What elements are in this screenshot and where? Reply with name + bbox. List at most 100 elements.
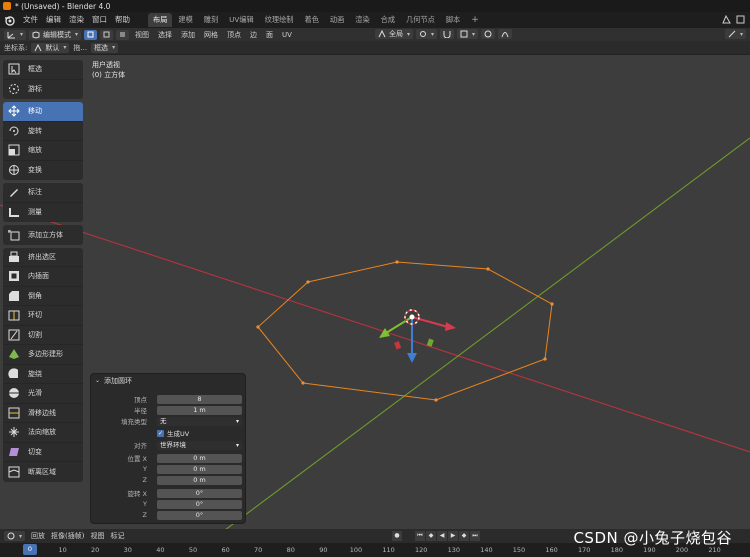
tool-loop-cut[interactable]: 环切 bbox=[3, 306, 83, 326]
mode-selector[interactable]: 编辑模式 bbox=[29, 29, 82, 40]
viewport-menu-uv[interactable]: UV bbox=[279, 31, 295, 39]
jump-start-button[interactable]: ⏮ bbox=[415, 531, 425, 541]
clock-icon bbox=[7, 532, 15, 540]
tab-geometry-nodes[interactable]: 几何节点 bbox=[401, 13, 440, 27]
location-x-field[interactable]: 0 m bbox=[157, 453, 242, 463]
tool-bevel[interactable]: 倒角 bbox=[3, 287, 83, 306]
viewport-menu-face[interactable]: 面 bbox=[263, 30, 276, 40]
tool-smooth[interactable]: 光滑 bbox=[3, 384, 83, 404]
tool-rotate[interactable]: 旋转 bbox=[3, 122, 83, 141]
3d-viewport[interactable]: 用户透视 (0) 立方体 框选 游标 移动 旋转 缩放 变换 标注 测量 添加立… bbox=[0, 55, 750, 529]
proportional-edit-toggle[interactable] bbox=[481, 29, 496, 39]
operator-panel-header[interactable]: ⌄ 添加圆环 bbox=[91, 374, 245, 387]
view-layer-icon[interactable] bbox=[735, 14, 746, 25]
location-z-field[interactable]: 0 m bbox=[157, 475, 242, 485]
tool-select-box[interactable]: 框选 bbox=[3, 60, 83, 80]
viewport-menu-add[interactable]: 添加 bbox=[178, 30, 198, 40]
transform-orientation-dropdown[interactable]: 全局 bbox=[375, 29, 414, 39]
menu-window[interactable]: 窗口 bbox=[88, 12, 111, 28]
tab-rendering[interactable]: 渲染 bbox=[350, 13, 374, 27]
tool-label: 法向缩放 bbox=[28, 428, 56, 437]
timeline-menu-view[interactable]: 视图 bbox=[90, 531, 104, 541]
tab-uv-editing[interactable]: UV编辑 bbox=[224, 13, 259, 27]
edge-select-mode[interactable] bbox=[100, 29, 114, 40]
coord-icon bbox=[34, 43, 42, 51]
viewport-menu-edge[interactable]: 边 bbox=[247, 30, 260, 40]
gizmo-y-arrow bbox=[385, 316, 413, 334]
next-keyframe-button[interactable]: ◆ bbox=[459, 531, 469, 541]
rotation-z-field[interactable]: 0° bbox=[157, 510, 242, 520]
scene-tools bbox=[721, 14, 746, 25]
play-reverse-button[interactable]: ◀ bbox=[437, 531, 447, 541]
jump-end-button[interactable]: ⏭ bbox=[470, 531, 480, 541]
axes-icon bbox=[7, 31, 15, 38]
menu-edit[interactable]: 编辑 bbox=[42, 12, 65, 28]
tool-knife[interactable]: 切割 bbox=[3, 326, 83, 345]
tool-measure[interactable]: 测量 bbox=[3, 203, 83, 223]
coord-system-dropdown[interactable]: 默认 bbox=[31, 42, 70, 53]
tool-add-cube[interactable]: 添加立方体 bbox=[3, 225, 83, 245]
timeline-menu-playback[interactable]: 回放 bbox=[31, 531, 45, 541]
menu-render[interactable]: 渲染 bbox=[65, 12, 88, 28]
radius-field[interactable]: 1 m bbox=[157, 405, 242, 415]
tool-inset[interactable]: 内插面 bbox=[3, 267, 83, 287]
play-button[interactable]: ▶ bbox=[448, 531, 458, 541]
rotation-y-field[interactable]: 0° bbox=[157, 499, 242, 509]
tab-layout[interactable]: 布局 bbox=[148, 13, 173, 27]
tool-move[interactable]: 移动 bbox=[3, 102, 83, 122]
tool-extrude[interactable]: 挤出选区 bbox=[3, 248, 83, 267]
fill-type-dropdown[interactable]: 无 bbox=[157, 416, 242, 426]
pivot-point-dropdown[interactable] bbox=[416, 29, 438, 39]
mode-label: 编辑模式 bbox=[43, 30, 72, 39]
tool-poly-build[interactable]: 多边形建形 bbox=[3, 345, 83, 365]
align-dropdown[interactable]: 世界环境 bbox=[157, 440, 242, 450]
menu-file[interactable]: 文件 bbox=[19, 12, 42, 28]
drag-select-dropdown[interactable]: 框选 bbox=[91, 42, 119, 53]
tool-rip-region[interactable]: 断离区域 bbox=[3, 462, 83, 482]
face-select-mode[interactable] bbox=[116, 29, 130, 40]
tool-spin[interactable]: 旋绕 bbox=[3, 365, 83, 384]
snap-toggle[interactable] bbox=[440, 29, 455, 39]
tool-annotate[interactable]: 标注 bbox=[3, 183, 83, 203]
falloff-dropdown[interactable] bbox=[498, 29, 513, 39]
menu-help[interactable]: 帮助 bbox=[111, 12, 134, 28]
add-workspace-button[interactable]: + bbox=[466, 13, 484, 27]
vertex-select-mode[interactable] bbox=[84, 29, 98, 40]
tab-sculpting[interactable]: 雕刻 bbox=[199, 13, 223, 27]
viewport-menu-select[interactable]: 选择 bbox=[155, 30, 175, 40]
tool-transform[interactable]: 变换 bbox=[3, 161, 83, 181]
timeline-editor-type[interactable] bbox=[4, 531, 26, 541]
tool-edge-slide[interactable]: 滑移边线 bbox=[3, 404, 83, 423]
vertices-field[interactable]: 8 bbox=[157, 394, 242, 404]
snap-target-dropdown[interactable] bbox=[457, 29, 479, 39]
tab-shading[interactable]: 着色 bbox=[300, 13, 324, 27]
record-button[interactable]: ● bbox=[392, 531, 402, 541]
viewport-menu-view[interactable]: 视图 bbox=[132, 30, 152, 40]
location-z-label: Z bbox=[142, 476, 147, 484]
rotation-x-field[interactable]: 0° bbox=[157, 488, 242, 498]
viewport-menu-vertex[interactable]: 顶点 bbox=[224, 30, 244, 40]
tab-compositing[interactable]: 合成 bbox=[376, 13, 400, 27]
tab-texture-paint[interactable]: 纹理绘制 bbox=[260, 13, 299, 27]
coord-value: 默认 bbox=[45, 43, 60, 52]
generate-uv-checkbox[interactable]: ✓ 生成UV bbox=[157, 428, 189, 438]
editor-type-button[interactable] bbox=[4, 29, 27, 40]
tool-cursor[interactable]: 游标 bbox=[3, 80, 83, 100]
tool-shrink-fatten[interactable]: 法向缩放 bbox=[3, 423, 83, 443]
transform-orientation-label: 全局 bbox=[389, 30, 403, 38]
scene-icon[interactable] bbox=[721, 14, 732, 25]
gizmo-dropdown[interactable] bbox=[724, 29, 746, 39]
tab-modeling[interactable]: 建模 bbox=[173, 13, 197, 27]
timeline-menu-marker[interactable]: 标记 bbox=[110, 531, 124, 541]
location-y-field[interactable]: 0 m bbox=[157, 464, 242, 474]
blender-logo-icon[interactable] bbox=[3, 14, 15, 26]
tab-scripting[interactable]: 脚本 bbox=[441, 13, 465, 27]
tab-animation[interactable]: 动画 bbox=[325, 13, 349, 27]
tool-scale[interactable]: 缩放 bbox=[3, 141, 83, 161]
prev-keyframe-button[interactable]: ◆ bbox=[426, 531, 436, 541]
rotation-y-row: Y 0° bbox=[91, 499, 247, 509]
tool-shear[interactable]: 切变 bbox=[3, 443, 83, 462]
timeline-menu-keying[interactable]: 抠像(插帧) bbox=[51, 531, 84, 541]
viewport-menu-mesh[interactable]: 网格 bbox=[201, 30, 221, 40]
current-frame-indicator[interactable]: 0 bbox=[23, 544, 37, 555]
